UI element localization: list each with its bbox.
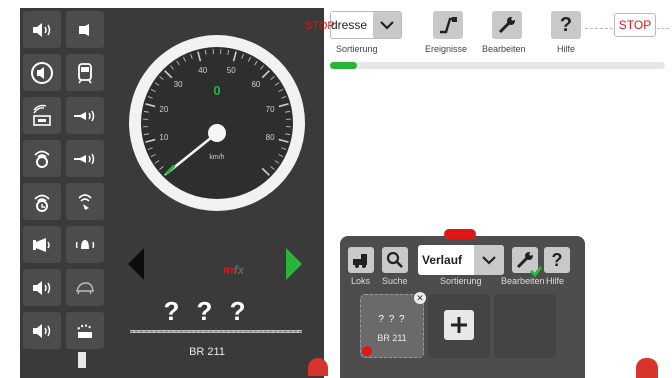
loco-icon-button[interactable]: [308, 358, 328, 376]
events-label: Ereignisse: [425, 44, 468, 54]
sort-label: Sortierung: [440, 276, 482, 286]
name-divider: [130, 330, 302, 333]
loco-card[interactable]: ? ? ? BR 211 ✕: [360, 292, 426, 358]
events-icon: [440, 17, 457, 34]
coach-icon: [78, 62, 92, 83]
speedometer-tick-label: 30: [174, 80, 183, 89]
search-button[interactable]: [382, 247, 408, 273]
sort-value: dresse: [331, 18, 368, 32]
stop-button[interactable]: STOP: [614, 13, 656, 37]
function-button-f3[interactable]: [66, 54, 104, 91]
bell-icon: [75, 239, 95, 249]
function-button-f5[interactable]: [66, 97, 104, 134]
function-button-f1[interactable]: [66, 11, 104, 48]
horn-icon: [74, 153, 95, 164]
direction-reverse-icon[interactable]: [128, 248, 144, 280]
function-button-f6[interactable]: [23, 140, 61, 177]
speedometer-tick-label: 60: [251, 80, 260, 89]
sort-select[interactable]: dresse: [330, 11, 402, 39]
radio-sound-icon: [34, 150, 50, 168]
plus-icon: [451, 317, 467, 333]
function-button-f2[interactable]: [23, 54, 61, 91]
progress-bar: [330, 62, 665, 69]
speedometer-tick-label: 70: [266, 105, 275, 114]
function-button-f10[interactable]: [23, 226, 61, 263]
sort-value: Verlauf: [422, 253, 463, 267]
sound-icon: [33, 22, 51, 37]
speedometer-tick-label: 50: [227, 66, 236, 75]
edit-button[interactable]: [512, 247, 542, 277]
sound-icon: [33, 237, 50, 252]
popup-handle[interactable]: [444, 229, 476, 239]
sort-label: Sortierung: [336, 44, 378, 54]
sound-icon: [33, 280, 51, 295]
help-button[interactable]: ?: [551, 11, 581, 39]
function-button-f9[interactable]: [66, 183, 104, 220]
events-button[interactable]: [433, 11, 463, 39]
light-icon: [79, 23, 89, 36]
speedometer-tick-label: 80: [266, 133, 275, 142]
wrench-icon: [498, 17, 515, 34]
divider: [585, 28, 613, 29]
function-button-f7[interactable]: [66, 140, 104, 177]
divider: [657, 28, 669, 29]
function-button-f12[interactable]: [23, 269, 61, 306]
search-icon: [386, 251, 403, 268]
chevron-down-icon[interactable]: [474, 245, 504, 275]
card-name: BR 211: [377, 333, 407, 343]
empty-loco-slot[interactable]: [494, 294, 556, 358]
help-label: Hilfe: [546, 276, 565, 286]
lamp-icon: [31, 61, 53, 84]
speedometer-tick-label: 40: [198, 66, 207, 75]
function-button-f14[interactable]: [23, 312, 61, 349]
function-button-f4[interactable]: [23, 97, 61, 134]
loco-address: ? ? ?: [163, 296, 251, 326]
sound-icon: [33, 323, 51, 338]
mfx-logo: mfx: [223, 263, 245, 277]
locomotive-menu-button[interactable]: [636, 358, 658, 378]
speedometer-face: [141, 47, 293, 199]
close-icon[interactable]: ✕: [414, 292, 426, 304]
speedometer-tick-label: 10: [159, 133, 168, 142]
turtle-icon: [76, 281, 94, 294]
station-sound-icon: [33, 104, 51, 126]
help-label: Hilfe: [557, 44, 576, 54]
search-label: Suche: [382, 276, 408, 286]
sort-select[interactable]: Verlauf: [418, 245, 504, 275]
help-button[interactable]: ?: [544, 247, 570, 273]
function-button-f8[interactable]: [23, 183, 61, 220]
loco-name: BR 211: [189, 346, 225, 358]
locos-button[interactable]: [348, 247, 374, 273]
active-indicator: [362, 346, 372, 356]
edit-label: Bearbeiten: [482, 44, 526, 54]
stop-label[interactable]: STOP: [305, 20, 335, 32]
function-button-f11[interactable]: [66, 226, 104, 263]
edit-button[interactable]: [492, 11, 522, 39]
function-button-f13[interactable]: [66, 269, 104, 306]
speedometer-hub: [208, 124, 226, 142]
locos-label: Loks: [351, 276, 371, 286]
progress-fill: [330, 62, 357, 69]
speedometer[interactable]: 10 20 30 40 50 60 70 80 0 km/h: [127, 33, 307, 213]
radio-sound-icon: [34, 194, 50, 212]
direction-forward-icon[interactable]: [286, 248, 302, 280]
shunting-icon: [77, 324, 93, 338]
add-loco-button[interactable]: [444, 310, 474, 340]
chevron-down-icon[interactable]: [373, 12, 401, 38]
speedometer-tick-label: 20: [159, 105, 168, 114]
function-button-f15[interactable]: [66, 312, 104, 349]
horn-icon: [74, 110, 95, 121]
speed-readout: 0: [213, 83, 220, 98]
loco-list-popup: Loks Suche Verlauf Sortierung Bearbeiten…: [340, 229, 585, 378]
edit-label: Bearbeiten: [501, 276, 545, 286]
speed-unit: km/h: [209, 154, 224, 161]
add-loco-slot: [428, 294, 490, 358]
loco-control-panel: 10 20 30 40 50 60 70 80 0 km/h STOP mfx ? ? ? BR …: [20, 8, 335, 378]
locomotive-icon: [353, 254, 367, 268]
card-address: ? ? ?: [378, 314, 406, 325]
signal-icon: [78, 193, 92, 210]
function-button-f0[interactable]: [23, 11, 61, 48]
scroll-indicator[interactable]: [78, 352, 86, 368]
